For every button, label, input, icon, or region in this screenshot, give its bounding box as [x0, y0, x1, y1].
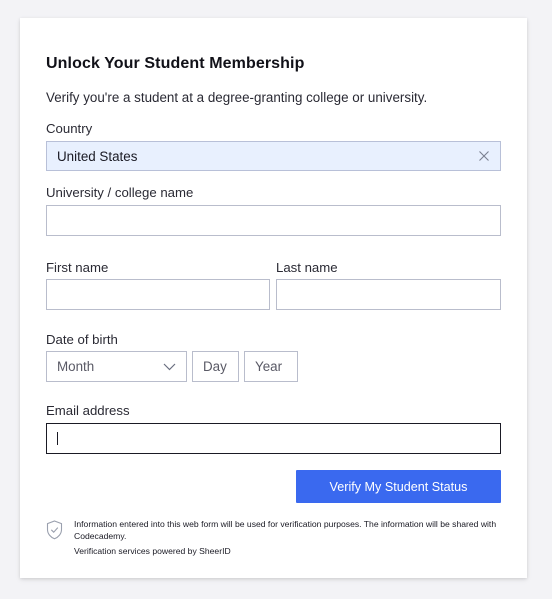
- verify-student-status-button[interactable]: Verify My Student Status: [296, 470, 501, 503]
- country-value: United States: [57, 148, 138, 164]
- email-input[interactable]: [58, 424, 500, 453]
- first-name-input[interactable]: [47, 280, 269, 309]
- month-placeholder: Month: [57, 359, 95, 374]
- university-field[interactable]: [46, 205, 501, 236]
- university-input[interactable]: [47, 206, 500, 235]
- month-select[interactable]: Month: [46, 351, 187, 382]
- form-subtitle: Verify you're a student at a degree-gran…: [46, 90, 428, 105]
- year-input[interactable]: [245, 352, 297, 381]
- year-field[interactable]: [244, 351, 298, 382]
- last-name-field[interactable]: [276, 279, 501, 310]
- form-title: Unlock Your Student Membership: [46, 55, 305, 72]
- country-select[interactable]: United States: [46, 141, 501, 171]
- last-name-input[interactable]: [277, 280, 500, 309]
- first-name-field[interactable]: [46, 279, 270, 310]
- day-field[interactable]: [192, 351, 239, 382]
- email-field[interactable]: [46, 423, 501, 454]
- powered-by-text: Verification services powered by SheerID: [74, 546, 231, 556]
- chevron-down-icon: [163, 363, 176, 371]
- university-label: University / college name: [46, 185, 194, 200]
- country-label: Country: [46, 121, 93, 136]
- close-icon[interactable]: [478, 150, 490, 162]
- last-name-label: Last name: [276, 260, 338, 275]
- shield-check-icon: [46, 520, 63, 540]
- verification-card: Unlock Your Student Membership Verify yo…: [20, 18, 527, 578]
- dob-label: Date of birth: [46, 332, 118, 347]
- day-input[interactable]: [193, 352, 238, 381]
- first-name-label: First name: [46, 260, 109, 275]
- privacy-notice: Information entered into this web form w…: [74, 519, 497, 542]
- email-label: Email address: [46, 403, 130, 418]
